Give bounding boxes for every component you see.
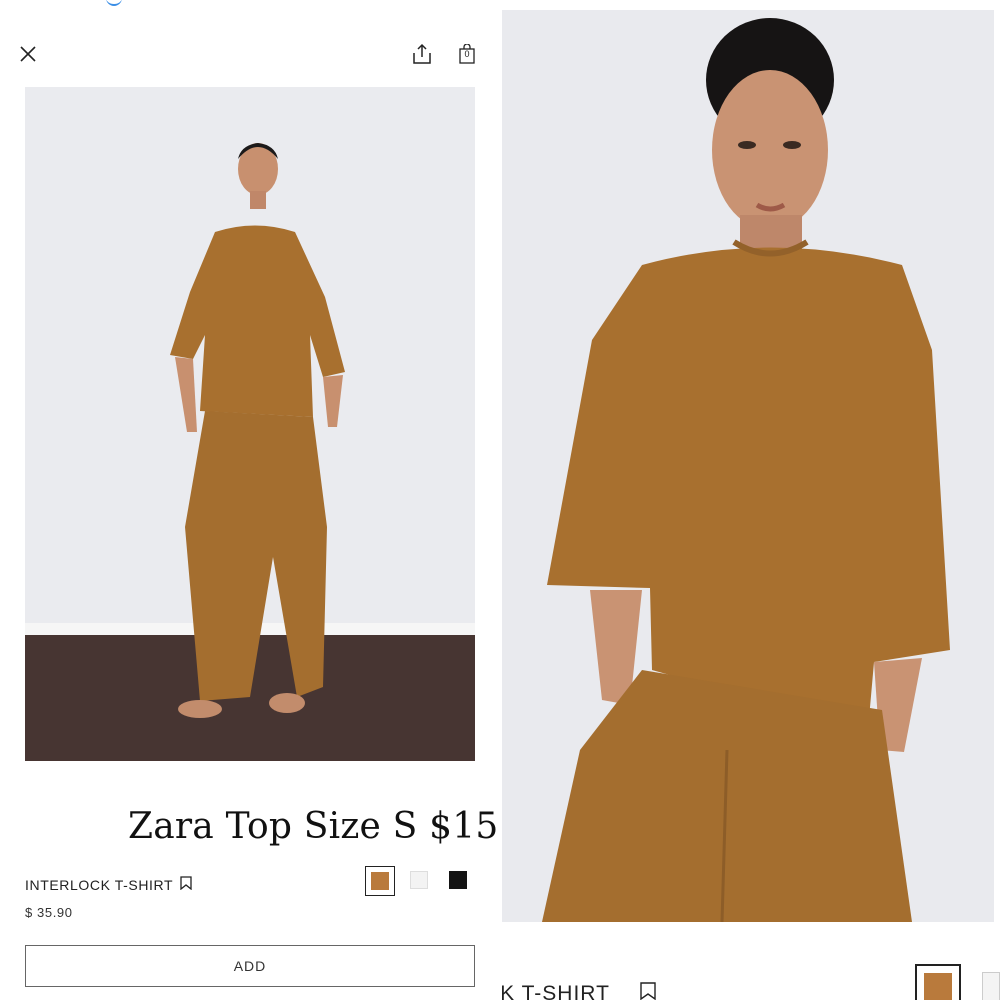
loading-indicator bbox=[106, 0, 122, 6]
swatch-chip bbox=[371, 872, 389, 890]
product-image[interactable] bbox=[25, 87, 475, 761]
swatch-chip bbox=[410, 871, 428, 889]
product-image-closeup[interactable] bbox=[502, 10, 994, 922]
swatch-chip bbox=[924, 973, 952, 1000]
color-swatch-white[interactable] bbox=[982, 972, 1000, 1000]
add-to-bag-button[interactable]: ADD bbox=[25, 945, 475, 987]
product-detail-panel-zoomed: CK T-SHIRT bbox=[502, 0, 1000, 1000]
close-button[interactable] bbox=[14, 40, 42, 68]
product-name: INTERLOCK T-SHIRT bbox=[25, 877, 174, 893]
save-bookmark-button[interactable] bbox=[640, 982, 658, 1000]
bookmark-icon bbox=[640, 982, 656, 1000]
share-button[interactable] bbox=[408, 40, 436, 68]
color-swatch-camel[interactable] bbox=[365, 866, 395, 896]
shopping-bag-button[interactable]: 0 bbox=[454, 40, 480, 68]
product-detail-panel: 0 Zara Top Size S $15 INTERLOCK T-SHIRT bbox=[0, 0, 500, 1000]
share-icon bbox=[413, 43, 431, 64]
product-name-cropped: CK T-SHIRT bbox=[502, 982, 642, 1000]
close-icon bbox=[20, 46, 36, 62]
promo-overlay-text: Zara Top Size S $15 bbox=[128, 806, 499, 847]
bookmark-icon bbox=[180, 876, 192, 891]
color-swatch-camel[interactable] bbox=[915, 964, 961, 1000]
swatch-chip bbox=[449, 871, 467, 889]
product-name-text: CK T-SHIRT bbox=[502, 982, 610, 1000]
product-price: $ 35.90 bbox=[25, 905, 73, 920]
color-swatch-white[interactable] bbox=[405, 866, 435, 896]
bag-count: 0 bbox=[464, 49, 470, 59]
color-swatch-black[interactable] bbox=[444, 866, 474, 896]
save-bookmark-button[interactable] bbox=[180, 876, 194, 892]
